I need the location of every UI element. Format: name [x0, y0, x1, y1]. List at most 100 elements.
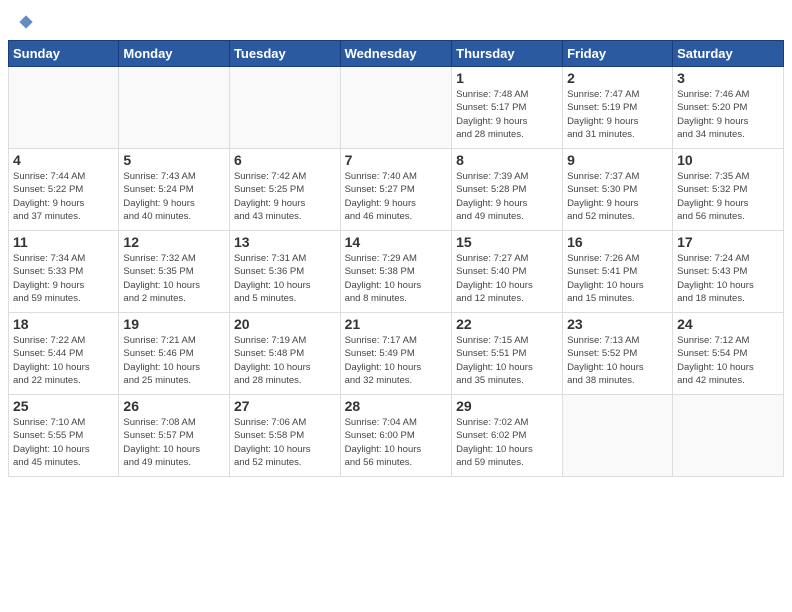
calendar-cell: 7 Sunrise: 7:40 AMSunset: 5:27 PMDaylight…	[340, 149, 452, 231]
day-info: Sunrise: 7:43 AMSunset: 5:24 PMDaylight:…	[123, 170, 225, 223]
day-number: 27	[234, 398, 336, 414]
day-number: 28	[345, 398, 448, 414]
week-row-2: 4 Sunrise: 7:44 AMSunset: 5:22 PMDaylight…	[9, 149, 784, 231]
day-info: Sunrise: 7:29 AMSunset: 5:38 PMDaylight:…	[345, 252, 448, 305]
day-number: 13	[234, 234, 336, 250]
day-number: 10	[677, 152, 779, 168]
calendar-cell	[229, 67, 340, 149]
calendar-cell: 4 Sunrise: 7:44 AMSunset: 5:22 PMDaylight…	[9, 149, 119, 231]
calendar-cell: 24 Sunrise: 7:12 AMSunset: 5:54 PMDayligh…	[673, 313, 784, 395]
day-info: Sunrise: 7:27 AMSunset: 5:40 PMDaylight:…	[456, 252, 558, 305]
calendar-cell: 21 Sunrise: 7:17 AMSunset: 5:49 PMDayligh…	[340, 313, 452, 395]
week-row-3: 11Sunrise: 7:34 AMSunset: 5:33 PMDayligh…	[9, 231, 784, 313]
day-number: 16	[567, 234, 668, 250]
calendar-cell: 27 Sunrise: 7:06 AMSunset: 5:58 PMDayligh…	[229, 395, 340, 477]
day-info: Sunrise: 7:34 AMSunset: 5:33 PMDaylight:…	[13, 252, 114, 305]
logo	[16, 12, 40, 32]
week-row-5: 25 Sunrise: 7:10 AMSunset: 5:55 PMDayligh…	[9, 395, 784, 477]
calendar-cell: 11Sunrise: 7:34 AMSunset: 5:33 PMDayligh…	[9, 231, 119, 313]
day-info: Sunrise: 7:17 AMSunset: 5:49 PMDaylight:…	[345, 334, 448, 387]
day-number: 29	[456, 398, 558, 414]
day-number: 22	[456, 316, 558, 332]
day-number: 4	[13, 152, 114, 168]
calendar-cell: 8 Sunrise: 7:39 AMSunset: 5:28 PMDaylight…	[452, 149, 563, 231]
calendar-cell: 22 Sunrise: 7:15 AMSunset: 5:51 PMDayligh…	[452, 313, 563, 395]
day-number: 8	[456, 152, 558, 168]
day-info: Sunrise: 7:48 AMSunset: 5:17 PMDaylight:…	[456, 88, 558, 141]
weekday-header-friday: Friday	[563, 41, 673, 67]
calendar-cell: 3Sunrise: 7:46 AMSunset: 5:20 PMDaylight…	[673, 67, 784, 149]
day-number: 7	[345, 152, 448, 168]
day-info: Sunrise: 7:32 AMSunset: 5:35 PMDaylight:…	[123, 252, 225, 305]
logo-icon	[16, 12, 36, 32]
calendar-cell: 29 Sunrise: 7:02 AMSunset: 6:02 PMDayligh…	[452, 395, 563, 477]
week-row-1: 1 Sunrise: 7:48 AMSunset: 5:17 PMDaylight…	[9, 67, 784, 149]
day-info: Sunrise: 7:12 AMSunset: 5:54 PMDaylight:…	[677, 334, 779, 387]
day-number: 6	[234, 152, 336, 168]
day-info: Sunrise: 7:19 AMSunset: 5:48 PMDaylight:…	[234, 334, 336, 387]
day-number: 14	[345, 234, 448, 250]
calendar-cell: 5 Sunrise: 7:43 AMSunset: 5:24 PMDaylight…	[119, 149, 230, 231]
day-info: Sunrise: 7:24 AMSunset: 5:43 PMDaylight:…	[677, 252, 779, 305]
day-info: Sunrise: 7:04 AMSunset: 6:00 PMDaylight:…	[345, 416, 448, 469]
calendar-cell: 15 Sunrise: 7:27 AMSunset: 5:40 PMDayligh…	[452, 231, 563, 313]
day-info: Sunrise: 7:47 AMSunset: 5:19 PMDaylight:…	[567, 88, 668, 141]
day-number: 17	[677, 234, 779, 250]
day-info: Sunrise: 7:40 AMSunset: 5:27 PMDaylight:…	[345, 170, 448, 223]
day-number: 18	[13, 316, 114, 332]
calendar-cell: 10 Sunrise: 7:35 AMSunset: 5:32 PMDayligh…	[673, 149, 784, 231]
day-number: 5	[123, 152, 225, 168]
day-number: 12	[123, 234, 225, 250]
calendar-cell: 23 Sunrise: 7:13 AMSunset: 5:52 PMDayligh…	[563, 313, 673, 395]
day-number: 1	[456, 70, 558, 86]
day-info: Sunrise: 7:10 AMSunset: 5:55 PMDaylight:…	[13, 416, 114, 469]
weekday-header-monday: Monday	[119, 41, 230, 67]
day-number: 21	[345, 316, 448, 332]
day-info: Sunrise: 7:02 AMSunset: 6:02 PMDaylight:…	[456, 416, 558, 469]
calendar-cell: 28 Sunrise: 7:04 AMSunset: 6:00 PMDayligh…	[340, 395, 452, 477]
day-info: Sunrise: 7:39 AMSunset: 5:28 PMDaylight:…	[456, 170, 558, 223]
day-number: 25	[13, 398, 114, 414]
calendar-cell: 20 Sunrise: 7:19 AMSunset: 5:48 PMDayligh…	[229, 313, 340, 395]
calendar-cell: 6 Sunrise: 7:42 AMSunset: 5:25 PMDaylight…	[229, 149, 340, 231]
calendar-cell: 16 Sunrise: 7:26 AMSunset: 5:41 PMDayligh…	[563, 231, 673, 313]
week-row-4: 18 Sunrise: 7:22 AMSunset: 5:44 PMDayligh…	[9, 313, 784, 395]
day-number: 2	[567, 70, 668, 86]
day-number: 3	[677, 70, 779, 86]
day-info: Sunrise: 7:31 AMSunset: 5:36 PMDaylight:…	[234, 252, 336, 305]
day-number: 23	[567, 316, 668, 332]
day-info: Sunrise: 7:06 AMSunset: 5:58 PMDaylight:…	[234, 416, 336, 469]
calendar-cell: 9 Sunrise: 7:37 AMSunset: 5:30 PMDaylight…	[563, 149, 673, 231]
calendar-cell: 14 Sunrise: 7:29 AMSunset: 5:38 PMDayligh…	[340, 231, 452, 313]
day-number: 19	[123, 316, 225, 332]
calendar-cell: 19Sunrise: 7:21 AMSunset: 5:46 PMDayligh…	[119, 313, 230, 395]
day-info: Sunrise: 7:35 AMSunset: 5:32 PMDaylight:…	[677, 170, 779, 223]
calendar-cell: 17 Sunrise: 7:24 AMSunset: 5:43 PMDayligh…	[673, 231, 784, 313]
calendar-cell: 12 Sunrise: 7:32 AMSunset: 5:35 PMDayligh…	[119, 231, 230, 313]
calendar-cell: 26 Sunrise: 7:08 AMSunset: 5:57 PMDayligh…	[119, 395, 230, 477]
day-number: 24	[677, 316, 779, 332]
calendar-table: SundayMondayTuesdayWednesdayThursdayFrid…	[8, 40, 784, 477]
day-info: Sunrise: 7:26 AMSunset: 5:41 PMDaylight:…	[567, 252, 668, 305]
weekday-header-sunday: Sunday	[9, 41, 119, 67]
weekday-header-thursday: Thursday	[452, 41, 563, 67]
calendar-cell: 2 Sunrise: 7:47 AMSunset: 5:19 PMDaylight…	[563, 67, 673, 149]
day-info: Sunrise: 7:44 AMSunset: 5:22 PMDaylight:…	[13, 170, 114, 223]
calendar-cell	[673, 395, 784, 477]
day-number: 20	[234, 316, 336, 332]
day-info: Sunrise: 7:42 AMSunset: 5:25 PMDaylight:…	[234, 170, 336, 223]
weekday-header-tuesday: Tuesday	[229, 41, 340, 67]
calendar-cell	[119, 67, 230, 149]
day-info: Sunrise: 7:13 AMSunset: 5:52 PMDaylight:…	[567, 334, 668, 387]
weekday-header-row: SundayMondayTuesdayWednesdayThursdayFrid…	[9, 41, 784, 67]
day-number: 15	[456, 234, 558, 250]
day-info: Sunrise: 7:22 AMSunset: 5:44 PMDaylight:…	[13, 334, 114, 387]
calendar-cell: 13 Sunrise: 7:31 AMSunset: 5:36 PMDayligh…	[229, 231, 340, 313]
day-number: 26	[123, 398, 225, 414]
day-info: Sunrise: 7:08 AMSunset: 5:57 PMDaylight:…	[123, 416, 225, 469]
day-number: 9	[567, 152, 668, 168]
calendar-cell: 18 Sunrise: 7:22 AMSunset: 5:44 PMDayligh…	[9, 313, 119, 395]
day-info: Sunrise: 7:37 AMSunset: 5:30 PMDaylight:…	[567, 170, 668, 223]
page-header	[0, 0, 792, 40]
day-info: Sunrise: 7:15 AMSunset: 5:51 PMDaylight:…	[456, 334, 558, 387]
